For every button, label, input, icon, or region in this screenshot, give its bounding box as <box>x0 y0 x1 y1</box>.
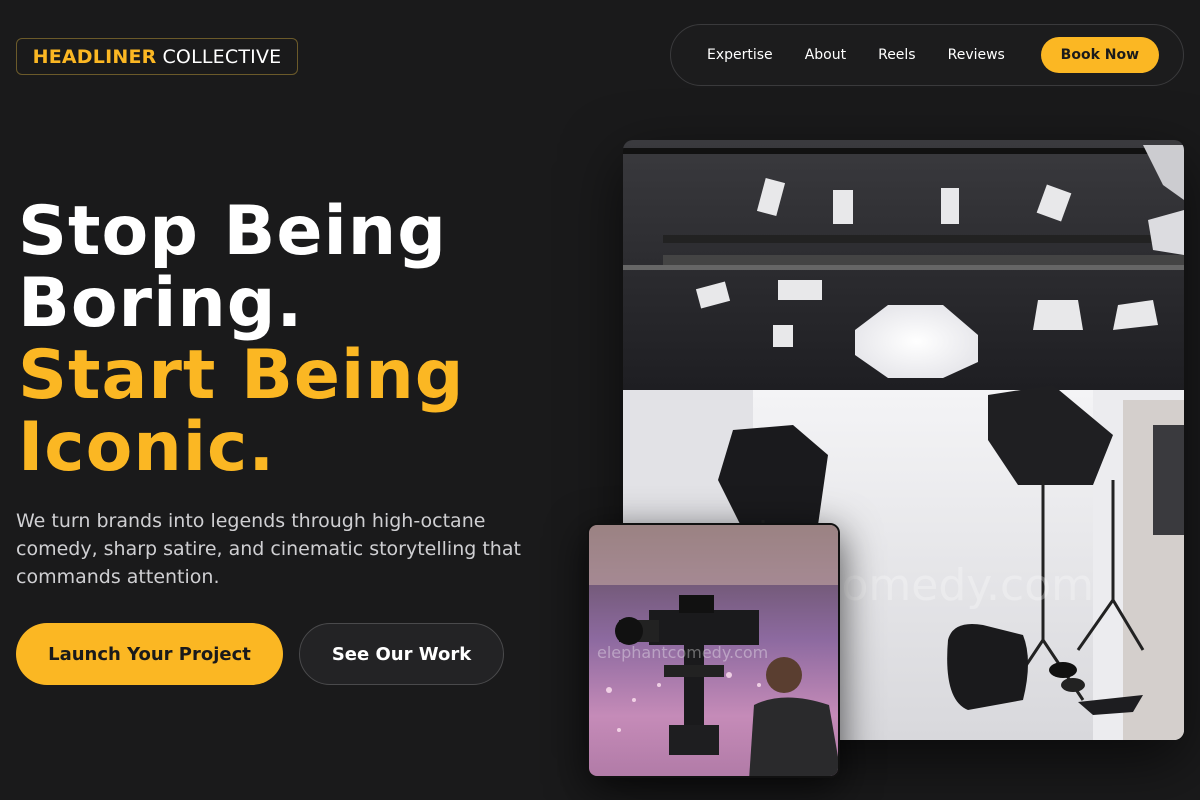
nav-link-reels[interactable]: Reels <box>862 47 932 63</box>
hero-headline: Stop Being Boring. Start Being Iconic. <box>18 196 464 484</box>
camera-operator-photo: elephantcomedy.com <box>587 523 840 778</box>
main-nav: Expertise About Reels Reviews Book Now <box>670 24 1184 86</box>
nav-link-reviews[interactable]: Reviews <box>932 47 1021 63</box>
headline-line-2: Boring. <box>18 264 304 343</box>
nav-link-about[interactable]: About <box>789 47 862 63</box>
book-now-button[interactable]: Book Now <box>1040 37 1159 73</box>
camera-watermark: elephantcomedy.com <box>597 643 769 662</box>
launch-project-button[interactable]: Launch Your Project <box>16 623 283 685</box>
hero-description: We turn brands into legends through high… <box>16 510 521 588</box>
see-our-work-button[interactable]: See Our Work <box>299 623 504 685</box>
brand-logo[interactable]: HEADLINER COLLECTIVE <box>16 38 298 75</box>
headline-line-3: Start Being <box>18 336 465 415</box>
brand-logo-accent: HEADLINER <box>32 45 157 68</box>
nav-link-expertise[interactable]: Expertise <box>691 47 789 63</box>
brand-logo-text: COLLECTIVE <box>162 45 282 68</box>
headline-line-1: Stop Being <box>18 192 447 271</box>
headline-line-4: Iconic. <box>18 408 276 487</box>
